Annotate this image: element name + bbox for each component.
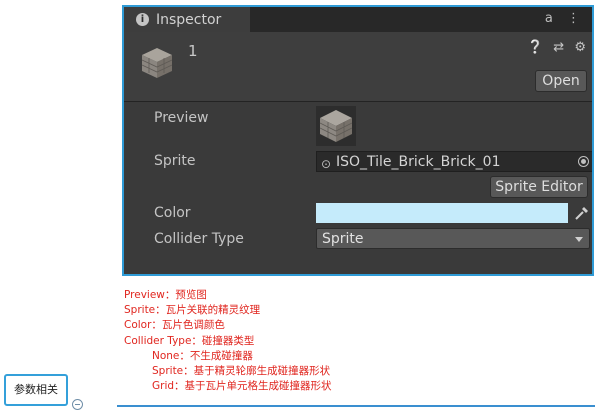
note-line: Preview：预览图 [124,289,207,301]
help-icon[interactable]: ❔ [527,40,543,55]
header-icons: ❔ ⇄ ⚙ [521,40,586,55]
sprite-label: Sprite [154,153,196,169]
inspector-panel: i Inspector a ⋮ 1 ❔ ⇄ ⚙ Open Preview Spr… [122,5,594,276]
tab-tools: a ⋮ [535,11,580,26]
color-label: Color [154,205,191,221]
sprite-editor-button[interactable]: Sprite Editor [490,176,588,198]
object-picker-icon[interactable] [578,156,589,167]
note-line: Grid：基于瓦片单元格生成碰撞器形状 [152,380,332,393]
sprite-object-field[interactable]: ⊙ ISO_Tile_Brick_Brick_01 [316,151,592,172]
collider-type-value: Sprite [322,231,364,247]
preview-label: Preview [154,110,209,126]
tab-inspector[interactable]: i Inspector [124,7,250,32]
note-line: Collider Type：碰撞器类型 [124,334,255,347]
open-button[interactable]: Open [535,70,587,92]
asset-name: 1 [188,42,198,60]
gear-icon[interactable]: ⚙ [574,40,586,55]
sprite-object-icon: ⊙ [321,157,332,171]
sprite-value: ISO_Tile_Brick_Brick_01 [336,154,501,170]
preset-icon[interactable]: ⇄ [553,40,564,55]
brick-tile-icon [141,48,173,78]
tab-bar: i Inspector a ⋮ [124,7,592,32]
note-line: Color：瓦片色调颜色 [124,319,225,332]
more-menu-icon[interactable]: ⋮ [567,11,580,26]
color-field[interactable] [316,203,568,223]
collider-type-dropdown[interactable]: Sprite [316,228,590,249]
tab-label: Inspector [156,12,222,28]
chevron-down-icon [575,237,583,242]
connector-line [117,405,595,407]
preview-thumbnail[interactable] [316,106,356,146]
collider-type-label: Collider Type [154,231,244,247]
eyedropper-icon[interactable] [572,203,590,223]
note-line: Sprite：瓦片关联的精灵纹理 [124,304,261,317]
lock-icon[interactable]: a [545,11,553,26]
brick-tile-icon [319,110,353,142]
annotation-notes: Preview：预览图 Sprite：瓦片关联的精灵纹理 Color：瓦片色调颜… [124,288,332,394]
info-icon: i [136,13,149,26]
note-line: Sprite：基于精灵轮廓生成碰撞器形状 [152,365,331,378]
param-node[interactable]: 参数相关 [4,374,68,406]
asset-header: 1 ❔ ⇄ ⚙ Open [124,32,592,102]
note-line: None：不生成碰撞器 [152,349,253,362]
collapse-toggle-icon[interactable] [72,399,83,410]
